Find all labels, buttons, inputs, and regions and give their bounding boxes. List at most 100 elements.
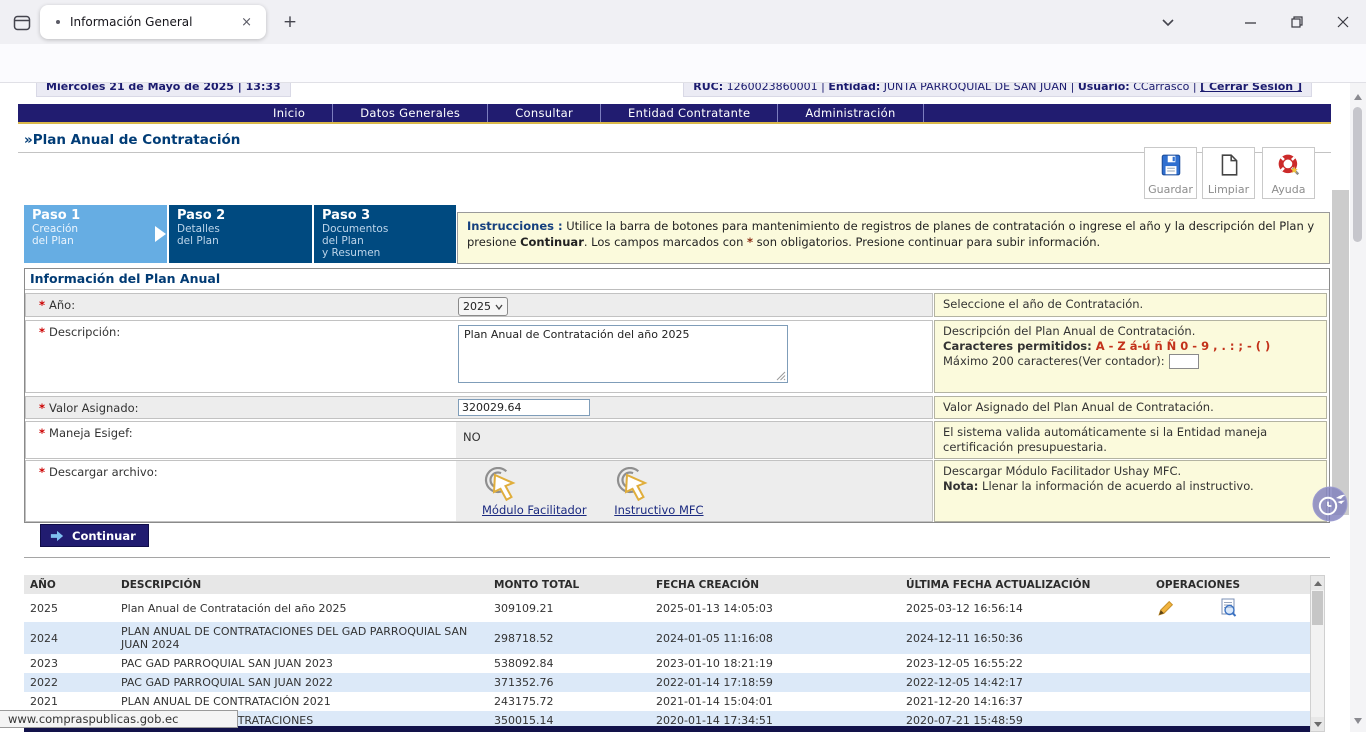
instructions-label: Instrucciones : <box>467 219 563 233</box>
cell-amount: 298718.52 <box>488 632 650 645</box>
esigef-label: *Maneja Esigef: <box>26 422 456 458</box>
valor-input[interactable] <box>458 399 590 416</box>
instructions-text: son obligatorios. Presione continuar par… <box>753 235 1100 249</box>
click-cursor-icon <box>614 467 656 503</box>
scroll-down-arrow[interactable] <box>1354 718 1362 724</box>
edit-pencil-icon[interactable] <box>1156 599 1175 618</box>
descripcion-help-line1: Descripción del Plan Anual de Contrataci… <box>943 324 1318 339</box>
section-divider <box>24 557 1330 558</box>
firefox-view-icon[interactable] <box>8 9 36 37</box>
modulo-facilitador-download[interactable]: Módulo Facilitador <box>482 467 587 517</box>
ayuda-button[interactable]: Ayuda <box>1262 147 1315 199</box>
help-lifebuoy-icon <box>1277 153 1301 177</box>
cell-created: 2023-01-10 18:21:19 <box>650 657 900 670</box>
entity-label: Entidad: <box>828 83 880 93</box>
scroll-thumb[interactable] <box>1353 107 1362 242</box>
menu-item-entidad-contratante[interactable]: Entidad Contratante <box>601 104 778 122</box>
step-3-line: Documentos <box>322 223 448 235</box>
col-header-fecha-creacion: FECHA CREACIÓN <box>650 579 900 591</box>
cell-created: 2024-01-05 11:16:08 <box>650 632 900 645</box>
ruc-value: 1260023860001 <box>727 83 818 93</box>
step-3-line: del Plan <box>322 235 448 247</box>
required-mark: * <box>39 465 45 479</box>
resize-grip-icon[interactable] <box>776 371 786 381</box>
cell-created: 2021-01-14 15:04:01 <box>650 695 900 708</box>
cell-amount: 371352.76 <box>488 676 650 689</box>
user-value: CCarrasco <box>1133 83 1189 93</box>
guardar-button[interactable]: Guardar <box>1144 147 1197 199</box>
instructivo-mfc-download[interactable]: Instructivo MFC <box>614 467 703 517</box>
anio-select[interactable]: 2025 <box>458 297 508 316</box>
cell-year: 2023 <box>24 657 115 670</box>
scroll-up-button[interactable] <box>1311 576 1324 590</box>
anio-label: *Año: <box>26 294 456 316</box>
cell-description: PAC GAD PARROQUIAL SAN JUAN 2023 <box>115 657 488 670</box>
chevron-down-icon <box>495 304 503 310</box>
browser-scrollbar[interactable] <box>1350 83 1366 732</box>
step-3-line: y Resumen <box>322 247 448 259</box>
view-document-icon[interactable] <box>1219 598 1239 618</box>
tab-informacion-general[interactable]: Información General × <box>40 5 266 39</box>
menu-item-consultar[interactable]: Consultar <box>488 104 601 122</box>
tab-bar: Información General × + <box>0 0 1366 44</box>
cell-year: 2024 <box>24 632 115 645</box>
col-header-operaciones: OPERACIONES <box>1150 579 1310 591</box>
cell-description: PLAN ANUAL DE CONTRATACIÓN 2021 <box>115 695 488 708</box>
scroll-thumb[interactable] <box>1312 591 1323 625</box>
tab-attention-dot <box>56 20 60 24</box>
col-header-ultima-actualizacion: ÚLTIMA FECHA ACTUALIZACIÓN <box>900 579 1150 591</box>
scroll-down-button[interactable] <box>1311 717 1324 731</box>
descargar-help-line2: Nota: Llenar la información de acuerdo a… <box>943 479 1318 494</box>
arrow-right-icon <box>49 528 65 544</box>
menu-item-inicio[interactable]: Inicio <box>246 104 333 122</box>
cell-description: PLAN ANUAL DE CONTRATACIONES DEL GAD PAR… <box>115 625 488 651</box>
scroll-up-arrow[interactable] <box>1354 94 1362 100</box>
new-tab-button[interactable]: + <box>278 10 302 34</box>
blank-page-icon <box>1217 153 1241 177</box>
modulo-facilitador-link[interactable]: Módulo Facilitador <box>482 503 587 517</box>
tab-close-icon[interactable]: × <box>237 13 256 32</box>
esigef-value: NO <box>458 424 932 444</box>
table-row[interactable]: 2025 Plan Anual de Contratación del año … <box>24 594 1310 622</box>
step-2-detalles[interactable]: Paso 2 Detalles del Plan <box>169 205 312 263</box>
continuar-button[interactable]: Continuar <box>40 524 149 547</box>
separator: | <box>1071 83 1075 93</box>
step-3-documentos[interactable]: Paso 3 Documentos del Plan y Resumen <box>314 205 456 263</box>
form-row-descargar: *Descargar archivo: Módulo Facilitador I… <box>25 460 1329 522</box>
page-title: »Plan Anual de Contratación <box>24 132 240 148</box>
instructions-text: . Los campos marcados con <box>584 235 747 249</box>
table-row[interactable]: 2022 PAC GAD PARROQUIAL SAN JUAN 2022 37… <box>24 673 1310 692</box>
cell-updated: 2025-03-12 16:56:14 <box>900 602 1150 615</box>
list-tabs-chevron-icon[interactable] <box>1158 12 1178 32</box>
descripcion-textarea[interactable]: Plan Anual de Contratación del año 2025 <box>458 325 788 383</box>
table-scrollbar[interactable] <box>1310 575 1325 732</box>
click-cursor-icon <box>482 467 524 503</box>
table-row[interactable]: 2023 PAC GAD PARROQUIAL SAN JUAN 2023 53… <box>24 654 1310 673</box>
separator: | <box>821 83 825 93</box>
step-3-title: Paso 3 <box>322 208 448 223</box>
anio-help: Seleccione el año de Contratación. <box>934 293 1327 317</box>
instructions-box: Instrucciones : Utilice la barra de boto… <box>457 212 1330 264</box>
logout-link[interactable]: [ Cerrar Sesión ] <box>1200 83 1302 93</box>
limpiar-button[interactable]: Limpiar <box>1202 147 1255 199</box>
step-arrow-icon <box>155 226 166 242</box>
session-timer-widget[interactable] <box>1312 486 1349 523</box>
table-row[interactable]: 2024 PLAN ANUAL DE CONTRATACIONES DEL GA… <box>24 622 1310 654</box>
ayuda-label: Ayuda <box>1272 183 1306 196</box>
col-header-anio: AÑO <box>24 579 115 591</box>
table-header-row: AÑO DESCRIPCIÓN MONTO TOTAL FECHA CREACI… <box>24 575 1310 594</box>
window-close-button[interactable] <box>1326 10 1360 34</box>
menu-item-administracion[interactable]: Administración <box>778 104 923 122</box>
browser-toolbar: https://www.compraspublicas.gob.ec/Proce… <box>0 44 1366 83</box>
user-label: Usuario: <box>1078 83 1130 93</box>
menu-item-datos-generales[interactable]: Datos Generales <box>333 104 488 122</box>
table-row[interactable]: 2021 PLAN ANUAL DE CONTRATACIÓN 2021 243… <box>24 692 1310 711</box>
descripcion-label: *Descripción: <box>26 321 456 392</box>
window-minimize-button[interactable] <box>1234 10 1268 34</box>
plan-form: Información del Plan Anual *Año: 2025 Se… <box>24 268 1330 523</box>
valor-label: *Valor Asignado: <box>26 397 456 418</box>
step-1-creacion[interactable]: Paso 1 Creación del Plan <box>24 205 167 263</box>
instructivo-mfc-link[interactable]: Instructivo MFC <box>614 503 703 517</box>
cell-description: PAC GAD PARROQUIAL SAN JUAN 2022 <box>115 676 488 689</box>
window-restore-button[interactable] <box>1280 10 1314 34</box>
